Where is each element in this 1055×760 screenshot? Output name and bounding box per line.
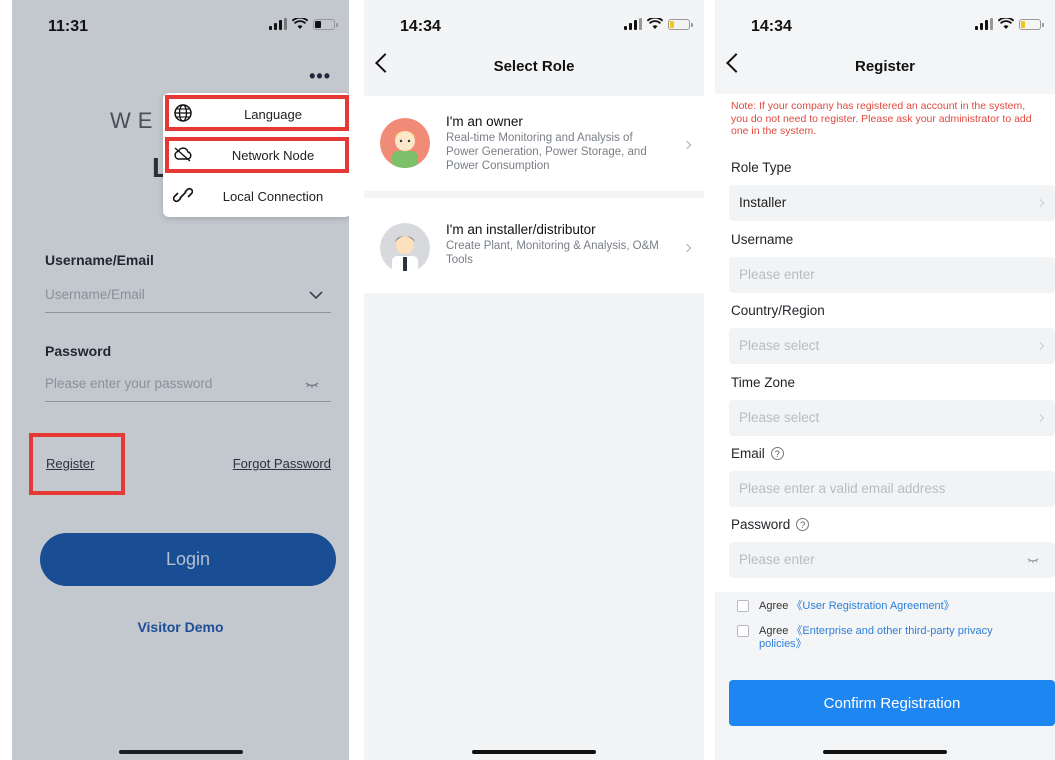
welcome-heading: WE (110, 108, 160, 133)
battery-icon (668, 18, 693, 30)
email-input[interactable]: Please enter a valid email address (729, 471, 1055, 507)
login-button[interactable]: Login (40, 533, 336, 586)
privacy-policies-link[interactable]: 《Enterprise and other third-party privac… (759, 625, 993, 650)
username-field[interactable]: Username/Email (45, 281, 331, 313)
agree-prefix: Agree (759, 600, 789, 612)
field-label: Username (731, 232, 794, 247)
field-placeholder: Please enter a valid email address (739, 481, 946, 496)
role-type-label: Role Type (731, 160, 792, 175)
email-label: Email ? (731, 446, 784, 461)
username-placeholder: Username/Email (45, 287, 145, 302)
more-options-icon[interactable]: ••• (309, 66, 331, 87)
select-role-screen: 14:34 Select Role I'm an owner Real-time… (364, 0, 704, 760)
field-placeholder: Please enter (739, 267, 815, 282)
role-description: Real-time Monitoring and Analysis of Pow… (446, 132, 647, 172)
wifi-icon (998, 18, 1014, 29)
network-node-highlight-box (165, 137, 349, 173)
role-title: I'm an owner (446, 114, 523, 129)
installer-avatar (380, 223, 430, 273)
agreement-checkbox[interactable] (737, 625, 749, 637)
nav-bar: Register (715, 50, 1055, 88)
signal-icon (269, 18, 287, 30)
agreement-checkbox[interactable] (737, 600, 749, 612)
page-title: Select Role (493, 58, 575, 75)
status-time: 11:31 (48, 18, 89, 35)
agree-prefix: Agree (759, 625, 789, 637)
field-value: Installer (739, 195, 787, 210)
password-label: Password ? (731, 517, 810, 532)
password-label: Password (45, 343, 112, 359)
user-registration-agreement-link[interactable]: 《User Registration Agreement》 (791, 600, 954, 612)
role-option-owner[interactable]: I'm an owner Real-time Monitoring and An… (364, 96, 704, 191)
role-option-installer[interactable]: I'm an installer/distributor Create Plan… (364, 198, 704, 293)
username-label: Username/Email (45, 252, 154, 268)
status-bar: 11:31 (12, 0, 349, 52)
confirm-registration-button[interactable]: Confirm Registration (729, 680, 1055, 726)
password-placeholder: Please enter your password (45, 376, 213, 391)
country-region-select[interactable]: Please select (729, 328, 1055, 364)
link-icon (173, 187, 193, 203)
time-zone-select[interactable]: Please select (729, 400, 1055, 436)
battery-icon (1019, 18, 1044, 30)
role-type-select[interactable]: Installer (729, 185, 1055, 221)
help-icon[interactable]: ? (796, 518, 810, 531)
eye-closed-icon[interactable] (1027, 557, 1039, 564)
chevron-right-icon (1035, 198, 1045, 208)
status-icons (269, 18, 338, 30)
chevron-down-icon[interactable] (309, 290, 323, 300)
field-label: Time Zone (731, 375, 796, 390)
status-icons (975, 18, 1044, 30)
login-screen: 11:31 ••• WE L Language Network Node Loc… (12, 0, 349, 760)
agreement-text: Agree 《User Registration Agreement》 (759, 600, 1009, 613)
password-input[interactable]: Please enter (729, 542, 1055, 578)
time-zone-label: Time Zone (731, 375, 795, 390)
field-placeholder: Please enter (739, 552, 815, 567)
home-indicator (118, 750, 243, 754)
menu-item-label: Local Connection (222, 188, 324, 204)
signal-icon (975, 18, 993, 30)
chevron-right-icon (1035, 413, 1045, 423)
agreement-text: Agree 《Enterprise and other third-party … (759, 625, 1009, 651)
username-input[interactable]: Please enter (729, 257, 1055, 293)
role-title: I'm an installer/distributor (446, 222, 596, 237)
register-screen: 14:34 Register Note: If your company has… (715, 0, 1055, 760)
chevron-right-icon (682, 140, 692, 150)
home-indicator (823, 750, 947, 754)
home-indicator (472, 750, 596, 754)
owner-avatar (380, 118, 430, 168)
field-placeholder: Please select (739, 410, 820, 425)
status-time: 14:34 (400, 18, 441, 35)
country-region-label: Country/Region (731, 303, 825, 318)
status-time: 14:34 (751, 18, 792, 35)
wifi-icon (292, 18, 308, 29)
battery-icon (313, 18, 338, 30)
forgot-password-link[interactable]: Forgot Password (233, 456, 331, 471)
username-label: Username (731, 232, 793, 247)
field-label: Country/Region (731, 303, 825, 318)
eye-closed-icon[interactable] (305, 381, 319, 389)
help-icon[interactable]: ? (770, 447, 784, 460)
status-icons (624, 18, 693, 30)
signal-icon (624, 18, 642, 30)
role-description: Create Plant, Monitoring & Analysis, O&M… (446, 240, 659, 266)
register-highlight-box (29, 433, 125, 495)
wifi-icon (647, 18, 663, 29)
status-bar: 14:34 (364, 0, 704, 52)
visitor-demo-link[interactable]: Visitor Demo (12, 619, 349, 635)
field-placeholder: Please select (739, 338, 820, 353)
field-label: Email (731, 446, 765, 461)
registration-note: Note: If your company has registered an … (731, 100, 1032, 137)
chevron-right-icon (1035, 341, 1045, 351)
page-title: Register (854, 58, 916, 75)
chevron-right-icon (682, 243, 692, 253)
field-label: Role Type (731, 160, 792, 175)
password-field[interactable]: Please enter your password (45, 370, 331, 402)
menu-item-local-connection[interactable]: Local Connection (163, 177, 349, 215)
nav-bar: Select Role (364, 50, 704, 88)
status-bar: 14:34 (715, 0, 1055, 52)
language-highlight-box (165, 95, 349, 131)
field-label: Password (731, 517, 791, 532)
